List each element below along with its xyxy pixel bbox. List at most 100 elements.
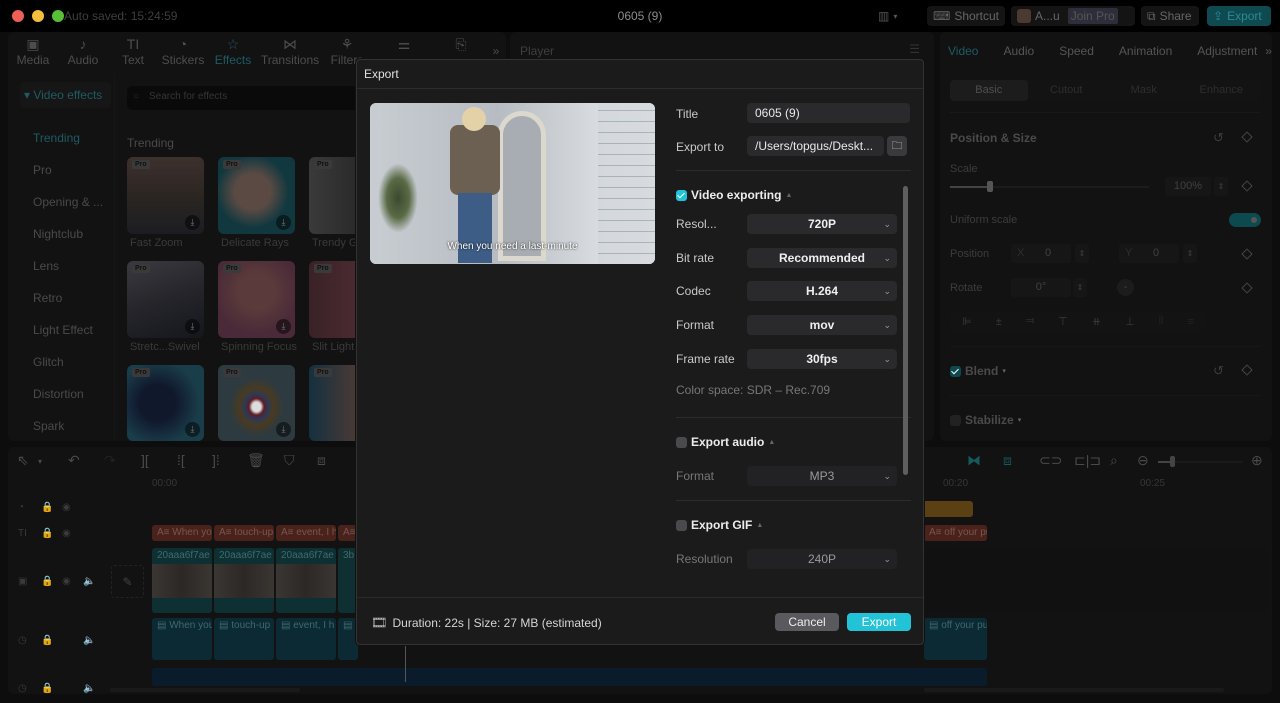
download-icon[interactable]: ⤓	[185, 215, 200, 230]
sidebar-item-nightclub[interactable]: Nightclub	[16, 218, 111, 250]
download-icon[interactable]: ⤓	[276, 215, 291, 230]
tool-transitions[interactable]: ⋈ Transitions	[258, 32, 322, 72]
undo-icon[interactable]: ↶	[68, 452, 80, 469]
scale-slider-thumb[interactable]	[986, 181, 993, 192]
scale-slider[interactable]	[950, 181, 1149, 192]
subtab-enhance[interactable]: Enhance	[1183, 80, 1261, 101]
tool-effects[interactable]: ☆ Effects	[208, 32, 258, 72]
blend-section[interactable]: Blend ▾	[950, 364, 1006, 378]
download-icon[interactable]: ⤓	[185, 422, 200, 437]
audio-clip[interactable]: ▤ When you	[152, 618, 212, 660]
tool-audio[interactable]: ♪ Audio	[58, 32, 108, 72]
lock-icon[interactable]: 🔒	[41, 576, 53, 587]
position-x-stepper[interactable]: ⇕	[1075, 244, 1089, 263]
position-x-input[interactable]: X0	[1011, 244, 1071, 263]
download-icon[interactable]: ⤓	[185, 319, 200, 334]
audio-clip[interactable]: ▤	[338, 618, 358, 660]
effect-tile-8[interactable]: Pro ⤓	[218, 365, 295, 441]
edit-cover-button[interactable]: ✎	[111, 565, 144, 598]
layout-button[interactable]: ▥ ▾	[872, 6, 903, 26]
effects-search-input[interactable]: Search for effects	[127, 86, 367, 110]
marker-icon[interactable]: ⛉	[284, 452, 295, 469]
tab-audio[interactable]: Audio	[1003, 44, 1034, 58]
split-left-icon[interactable]: ⁞[	[177, 452, 185, 468]
eye-icon[interactable]: ◉	[62, 502, 71, 513]
reset-icon[interactable]: ↺	[1213, 130, 1224, 146]
sidebar-item-pro[interactable]: Pro	[16, 154, 111, 186]
split-right-icon[interactable]: ]⁞	[212, 452, 220, 468]
zoom-out-icon[interactable]: ⊖	[1137, 452, 1149, 469]
text-clip[interactable]: A≡ When you	[152, 525, 212, 541]
tab-animation[interactable]: Animation	[1119, 44, 1172, 58]
bitrate-select[interactable]: Recommended ⌄	[747, 248, 897, 268]
preview-axis-icon[interactable]: ⌕	[1110, 452, 1118, 469]
video-clip[interactable]: 20aaa6f7ae	[276, 548, 336, 613]
export-gif-checkbox[interactable]	[676, 519, 687, 531]
export-audio-checkbox[interactable]	[676, 436, 687, 448]
sidebar-item-glitch[interactable]: Glitch	[16, 346, 111, 378]
zoom-in-icon[interactable]: ⊕	[1251, 452, 1263, 469]
audio-clip[interactable]: ▤ event, I h	[276, 618, 336, 660]
select-tool-icon[interactable]: ⇖	[17, 452, 29, 469]
export-gif-section[interactable]: Export GIF ▲	[676, 518, 763, 532]
lock-icon[interactable]: 🔒	[41, 683, 53, 694]
codec-select[interactable]: H.264 ⌄	[747, 281, 897, 301]
settings-scrollbar[interactable]	[903, 186, 908, 475]
audio-format-select[interactable]: MP3 ⌄	[747, 466, 897, 486]
auto-snap-icon[interactable]: ⧈	[1003, 452, 1012, 469]
download-icon[interactable]: ⤓	[276, 422, 291, 437]
effect-tile-trendy[interactable]: Pro	[309, 157, 357, 234]
audio-clip[interactable]: ▤ touch-up	[214, 618, 274, 660]
align-top-icon[interactable]: ⊤	[1058, 315, 1068, 328]
eye-icon[interactable]: ◉	[62, 528, 71, 539]
title-input[interactable]: 0605 (9)	[747, 103, 910, 123]
redo-icon[interactable]: ↷	[104, 452, 116, 469]
tab-video[interactable]: Video	[948, 44, 978, 58]
text-clip[interactable]: A≡ event, I h	[276, 525, 336, 541]
effect-tile-spinning-focus[interactable]: Pro ⤓	[218, 261, 295, 338]
share-button[interactable]: ⧉ Share	[1141, 6, 1199, 26]
rotate-dial[interactable]: -	[1117, 279, 1134, 296]
music-clip[interactable]	[152, 668, 987, 686]
export-audio-section[interactable]: Export audio ▲	[676, 435, 775, 449]
export-path-input[interactable]: /Users/topgus/Deskt...	[747, 136, 884, 156]
menu-icon[interactable]: ☰	[909, 42, 920, 56]
distribute-v-icon[interactable]: ≡	[1187, 316, 1193, 328]
rotate-input[interactable]: 0°	[1011, 278, 1071, 297]
speaker-icon[interactable]: 🔈	[83, 683, 95, 694]
download-icon[interactable]: ⤓	[276, 319, 291, 334]
tab-speed[interactable]: Speed	[1059, 44, 1094, 58]
tab-adjustment[interactable]: Adjustment	[1197, 44, 1257, 58]
timeline-zoom-slider[interactable]	[1158, 456, 1243, 467]
scale-input[interactable]: 100%	[1165, 177, 1211, 196]
tool-media[interactable]: ▣ Media	[8, 32, 58, 72]
align-right-icon[interactable]: ⫤	[1026, 315, 1034, 328]
scale-stepper[interactable]: ⇕	[1214, 177, 1228, 196]
playhead[interactable]	[405, 640, 406, 682]
speaker-icon[interactable]: 🔈	[83, 576, 95, 587]
text-clip[interactable]: A≡	[338, 525, 358, 541]
effect-tile-9[interactable]: Pro	[309, 365, 357, 441]
sidebar-item-spark[interactable]: Spark	[16, 410, 111, 442]
effect-tile-slit-light[interactable]: Pro	[309, 261, 357, 338]
speaker-icon[interactable]: 🔈	[83, 635, 95, 646]
join-pro-button[interactable]: Join Pro	[1067, 8, 1118, 24]
user-account[interactable]: A...u Join Pro	[1011, 6, 1135, 26]
position-y-stepper[interactable]: ⇕	[1183, 244, 1197, 263]
tabs-more-button[interactable]: »	[1265, 44, 1272, 58]
export-button[interactable]: Export	[847, 613, 911, 631]
reset-icon[interactable]: ↺	[1213, 363, 1224, 379]
resolution-select[interactable]: 720P ⌄	[747, 214, 897, 234]
shortcut-button[interactable]: ⌨ Shortcut	[927, 6, 1005, 26]
uniform-scale-toggle[interactable]	[1229, 213, 1261, 227]
zoom-slider-thumb[interactable]	[1170, 456, 1175, 467]
align-left-icon[interactable]: ⊫	[962, 315, 972, 328]
split-icon[interactable]: ][	[141, 452, 149, 468]
position-y-input[interactable]: Y0	[1119, 244, 1179, 263]
video-clip[interactable]: 3b	[338, 548, 358, 613]
timeline-scrollbar[interactable]	[924, 688, 1224, 692]
subtab-basic[interactable]: Basic	[950, 80, 1028, 101]
timeline-scrollbar[interactable]	[110, 688, 300, 692]
split-screen-icon[interactable]: ⊏|⊐	[1074, 452, 1101, 469]
link-icon[interactable]: ⊂⊃	[1039, 452, 1062, 469]
